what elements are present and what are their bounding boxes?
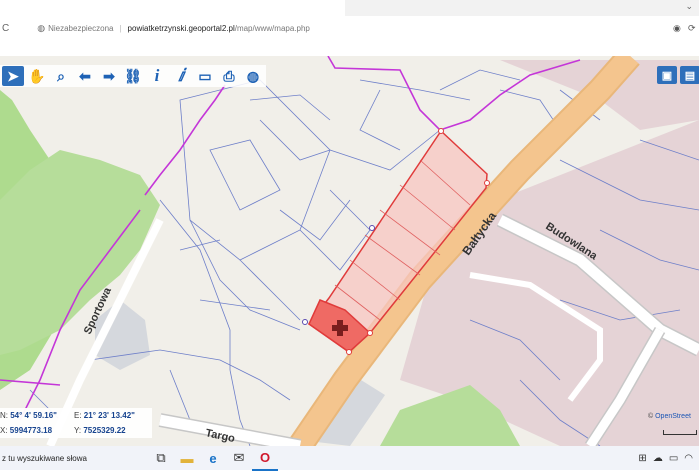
scale-bar	[663, 430, 697, 435]
coord-x-value: 5994773.18	[9, 426, 53, 435]
chevron-down-icon[interactable]: ⌄	[685, 1, 693, 12]
vertex-marker[interactable]	[367, 330, 373, 336]
map-right-tools: ▣ ▤	[657, 66, 699, 84]
coord-y-label: Y:	[74, 426, 82, 435]
vertex-marker[interactable]	[302, 319, 308, 325]
coord-e-value: 21° 23' 13.42"	[83, 411, 135, 420]
coordinates-panel: N: 54° 4' 59.16" E: 21° 23' 13.42" X: 59…	[0, 408, 152, 438]
coord-y: Y: 7525329.22	[74, 426, 126, 435]
tab-strip-area: ⌄	[345, 0, 699, 16]
camera-icon[interactable]: ◉	[673, 23, 681, 34]
vertex-marker[interactable]	[484, 180, 490, 186]
arrow-left-icon[interactable]: ⬅	[74, 66, 96, 86]
edge-icon[interactable]: e	[200, 446, 226, 470]
arrow-right-icon[interactable]: ➡	[98, 66, 120, 86]
window-top-bar: ⌄	[0, 0, 699, 16]
security-label[interactable]: Niezabezpieczona	[48, 24, 113, 33]
separator: |	[119, 23, 122, 33]
battery-icon[interactable]: ▭	[669, 453, 678, 464]
coord-y-value: 7525329.22	[83, 426, 126, 435]
pan-hand-icon[interactable]: ✋	[26, 66, 48, 86]
taskbar-search-input[interactable]: z tu wyszukiwane słowa	[0, 454, 148, 463]
map-toolbar: ➤ ✋ ⌕ ⬅ ➡ ⛓ i ⅈ ▭ ⎙ ◍	[0, 65, 266, 87]
measure-icon[interactable]: ▭	[194, 66, 216, 86]
pointer-icon[interactable]: ➤	[2, 66, 24, 86]
coord-e-label: E:	[74, 411, 82, 420]
window-icon[interactable]: ▣	[657, 66, 677, 84]
map-attribution: © OpenStreet	[648, 413, 691, 420]
print-icon[interactable]: ⎙	[218, 66, 240, 86]
task-view-icon[interactable]: ⧉	[148, 446, 174, 470]
coord-n-label: N:	[0, 411, 8, 420]
coord-x-label: X:	[0, 426, 8, 435]
coord-e: E: 21° 23' 13.42"	[74, 411, 135, 420]
layers-icon[interactable]: ▤	[680, 66, 699, 84]
mail-icon[interactable]: ✉	[226, 446, 252, 470]
map-canvas[interactable]: Bałtycka Budowlana Sportowa Targo © Open…	[0, 56, 699, 446]
coord-n-value: 54° 4' 59.16"	[10, 411, 57, 420]
link-icon[interactable]: ⛓	[122, 66, 144, 86]
info-icon[interactable]: i	[146, 66, 168, 86]
globe-icon[interactable]: ◍	[242, 66, 264, 86]
reload-icon[interactable]: C	[2, 23, 9, 34]
system-tray: ⊞ ☁ ▭ ◠	[638, 453, 699, 464]
vertex-marker[interactable]	[346, 349, 352, 355]
sync-icon[interactable]: ⟳	[688, 23, 696, 34]
windows-taskbar: z tu wyszukiwane słowa ⧉ ▬ e ✉ O ⊞ ☁ ▭ ◠	[0, 445, 699, 471]
info-area-icon[interactable]: ⅈ	[170, 66, 192, 86]
cloud-icon[interactable]: ☁	[653, 453, 663, 464]
page-top-spacer	[0, 40, 699, 56]
tray-app-icon[interactable]: ⊞	[638, 453, 646, 464]
globe-small-icon: ◍	[37, 22, 46, 33]
vertex-marker[interactable]	[438, 128, 444, 134]
coord-n: N: 54° 4' 59.16"	[0, 411, 57, 420]
vertex-marker[interactable]	[369, 225, 375, 231]
map-svg[interactable]: Bałtycka Budowlana Sportowa Targo	[0, 56, 699, 446]
zoom-icon[interactable]: ⌕	[50, 66, 72, 86]
wifi-icon[interactable]: ◠	[684, 453, 693, 464]
file-explorer-icon[interactable]: ▬	[174, 446, 200, 470]
attribution-link[interactable]: OpenStreet	[655, 413, 691, 420]
coord-x: X: 5994773.18	[0, 426, 52, 435]
opera-icon[interactable]: O	[252, 445, 278, 471]
address-bar[interactable]: C ◍ Niezabezpieczona | powiatketrzynski.…	[0, 16, 699, 40]
url-path[interactable]: /map/www/mapa.php	[235, 24, 310, 33]
url-domain[interactable]: powiatketrzynski.geoportal2.pl	[128, 24, 235, 33]
